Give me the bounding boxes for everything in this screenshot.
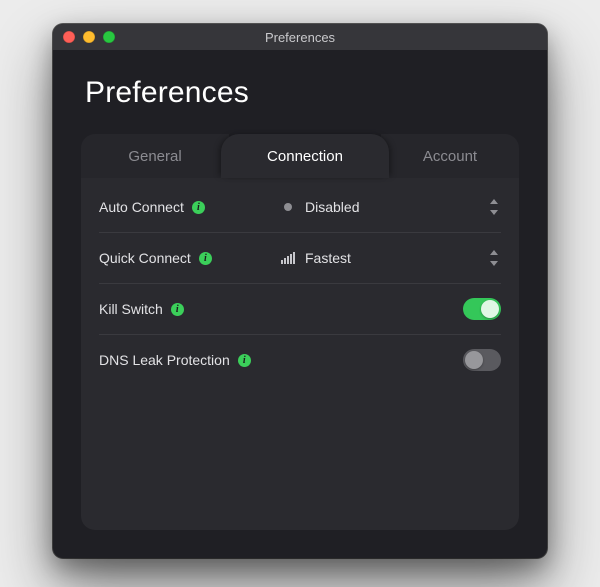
quick-connect-row: Quick Connect i bbox=[99, 233, 501, 284]
auto-connect-label: Auto Connect i bbox=[99, 199, 273, 215]
tabs: General Account Connection bbox=[81, 134, 519, 178]
dns-leak-protection-label: DNS Leak Protection i bbox=[99, 352, 309, 368]
preferences-window: Preferences Preferences General Account … bbox=[53, 24, 547, 558]
signal-bars-icon bbox=[281, 251, 295, 265]
info-icon[interactable]: i bbox=[238, 354, 251, 367]
dns-leak-protection-toggle[interactable] bbox=[463, 349, 501, 371]
close-window-button[interactable] bbox=[63, 31, 75, 43]
tab-general[interactable]: General bbox=[81, 134, 229, 178]
window-title: Preferences bbox=[53, 30, 547, 45]
tab-account[interactable]: Account bbox=[381, 134, 519, 178]
label-text: Quick Connect bbox=[99, 250, 191, 266]
info-icon[interactable]: i bbox=[171, 303, 184, 316]
quick-connect-value: Fastest bbox=[305, 250, 351, 266]
auto-connect-select[interactable]: Disabled bbox=[281, 199, 479, 215]
auto-connect-stepper[interactable] bbox=[487, 197, 501, 217]
tab-connection[interactable]: Connection bbox=[221, 134, 389, 178]
toggle-knob bbox=[465, 351, 483, 369]
label-text: DNS Leak Protection bbox=[99, 352, 230, 368]
titlebar: Preferences bbox=[53, 24, 547, 50]
label-text: Kill Switch bbox=[99, 301, 163, 317]
window-controls bbox=[53, 31, 115, 43]
minimize-window-button[interactable] bbox=[83, 31, 95, 43]
info-icon[interactable]: i bbox=[199, 252, 212, 265]
tab-label: Connection bbox=[267, 148, 343, 165]
toggle-knob bbox=[481, 300, 499, 318]
quick-connect-stepper[interactable] bbox=[487, 248, 501, 268]
dns-leak-protection-row: DNS Leak Protection i bbox=[99, 335, 501, 385]
kill-switch-toggle[interactable] bbox=[463, 298, 501, 320]
disabled-dot-icon bbox=[281, 200, 295, 214]
kill-switch-label: Kill Switch i bbox=[99, 301, 273, 317]
auto-connect-row: Auto Connect i Disabled bbox=[99, 182, 501, 233]
content-area: Preferences General Account Connection A… bbox=[53, 50, 547, 558]
label-text: Auto Connect bbox=[99, 199, 184, 215]
quick-connect-label: Quick Connect i bbox=[99, 250, 273, 266]
tab-label: General bbox=[128, 148, 181, 165]
auto-connect-value: Disabled bbox=[305, 199, 359, 215]
kill-switch-row: Kill Switch i bbox=[99, 284, 501, 335]
settings-panel: Auto Connect i Disabled Quick Connect bbox=[81, 178, 519, 530]
maximize-window-button[interactable] bbox=[103, 31, 115, 43]
info-icon[interactable]: i bbox=[192, 201, 205, 214]
tab-label: Account bbox=[423, 148, 477, 165]
page-title: Preferences bbox=[85, 76, 519, 110]
quick-connect-select[interactable]: Fastest bbox=[281, 250, 479, 266]
